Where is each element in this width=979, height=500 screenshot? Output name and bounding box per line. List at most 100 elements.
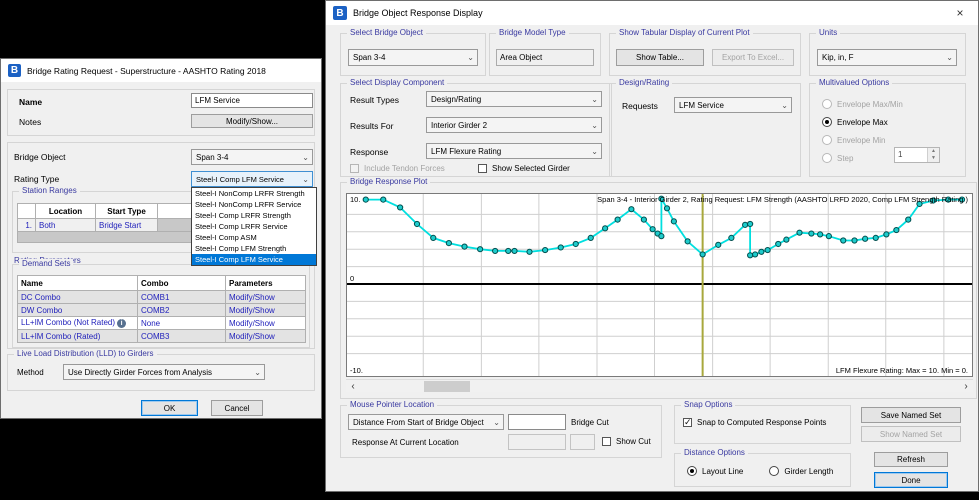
chevron-down-icon: ⌄ <box>493 415 500 429</box>
results-for-label: Results For <box>350 121 393 131</box>
y-axis-max-label: 10. <box>350 195 360 204</box>
group-label: Design/Rating <box>616 78 672 87</box>
show-table-button[interactable]: Show Table... <box>616 49 704 66</box>
step-value: 1 <box>898 150 902 159</box>
rating-type-select[interactable]: Steel-I Comp LFM Service ⌄ <box>191 171 313 187</box>
show-selected-girder-label: Show Selected Girder <box>492 164 570 173</box>
rating-type-option[interactable]: Steel-I Comp LFM Service <box>192 254 316 265</box>
column-header: Parameters <box>226 276 306 291</box>
snap-to-points-label: Snap to Computed Response Points <box>697 418 826 427</box>
app-icon: B <box>333 6 347 20</box>
notes-modify-show-button[interactable]: Modify/Show... <box>191 114 313 128</box>
bridge-object-select[interactable]: Span 3-4 ⌄ <box>348 49 478 66</box>
modify-show-link[interactable]: Modify/Show <box>226 317 306 330</box>
plot-canvas[interactable] <box>347 194 972 376</box>
radio-icon[interactable] <box>822 117 832 127</box>
spin-up-icon[interactable]: ▲ <box>928 148 939 155</box>
modify-show-link[interactable]: Modify/Show <box>226 330 306 343</box>
lld-method-select[interactable]: Use Directly Girder Forces from Analysis… <box>63 364 265 380</box>
combo-value: LFM Flexure Rating <box>431 147 501 156</box>
rating-type-option[interactable]: Steel-I NonComp LRFR Service <box>192 199 316 210</box>
rating-type-option[interactable]: Steel-I NonComp LRFR Strength <box>192 188 316 199</box>
table-header-row: NameComboParameters <box>18 276 306 291</box>
modify-show-link[interactable]: Modify/Show <box>226 291 306 304</box>
response-select[interactable]: LFM Flexure Rating ⌄ <box>426 143 602 159</box>
show-selected-girder-checkbox[interactable] <box>478 164 487 173</box>
table-row[interactable]: LL+IM Combo (Rated)COMB3Modify/Show <box>18 330 306 343</box>
table-cell: None <box>138 317 226 330</box>
scrollbar-thumb[interactable] <box>424 381 470 392</box>
response-units-field <box>570 434 595 450</box>
scroll-right-icon[interactable]: › <box>959 380 973 392</box>
refresh-button[interactable]: Refresh <box>874 452 948 467</box>
table-cell: Both <box>36 219 96 232</box>
distance-option-1[interactable]: Girder Length <box>769 462 833 480</box>
demand-sets-table[interactable]: NameComboParametersDC ComboCOMB1Modify/S… <box>17 275 306 343</box>
plot-horizontal-scrollbar[interactable]: ‹ › <box>346 379 973 392</box>
info-icon[interactable]: i <box>117 319 126 328</box>
save-named-set-button[interactable]: Save Named Set <box>861 407 961 423</box>
show-cut-label: Show Cut <box>616 437 651 446</box>
radio-icon <box>822 135 832 145</box>
rating-type-option[interactable]: Steel-I Comp LRFR Service <box>192 221 316 232</box>
column-header: Start Type <box>96 204 158 219</box>
units-select[interactable]: Kip, in, F ⌄ <box>817 49 957 66</box>
requests-select[interactable]: LFM Service ⌄ <box>674 97 792 113</box>
chevron-down-icon: ⌄ <box>781 98 788 112</box>
table-cell: DW Combo <box>18 304 138 317</box>
multivalued-options-group: Multivalued Options Envelope Max/MinEnve… <box>809 83 966 177</box>
bridge-model-type-field: Area Object <box>496 49 594 66</box>
name-input[interactable]: LFM Service <box>191 93 313 108</box>
rating-type-option[interactable]: Steel-I Comp ASM <box>192 232 316 243</box>
combo-value: Distance From Start of Bridge Object <box>353 418 484 427</box>
app-icon: B <box>8 64 21 77</box>
include-tendon-forces-label: Include Tendon Forces <box>364 164 445 173</box>
spinner-arrows[interactable]: ▲▼ <box>927 148 939 162</box>
group-label: Bridge Response Plot <box>347 177 430 186</box>
name-label: Name <box>19 97 42 107</box>
bridge-object-select[interactable]: Span 3-4 ⌄ <box>191 149 313 165</box>
pointer-distance-mode-select[interactable]: Distance From Start of Bridge Object ⌄ <box>348 414 504 430</box>
notes-label: Notes <box>19 117 41 127</box>
modify-show-link[interactable]: Modify/Show <box>226 304 306 317</box>
bridge-cut-label: Bridge Cut <box>571 418 609 427</box>
bridge-rating-request-dialog: B Bridge Rating Request - Superstructure… <box>0 58 322 419</box>
dialog-titlebar[interactable]: B Bridge Object Response Display × <box>326 1 978 25</box>
bridge-cut-input[interactable] <box>508 414 566 430</box>
scroll-left-icon[interactable]: ‹ <box>346 380 360 392</box>
step-spinner: 1 ▲▼ <box>894 147 940 163</box>
ok-button[interactable]: OK <box>141 400 198 416</box>
multivalued-option-1[interactable]: Envelope Max <box>822 113 903 131</box>
rating-type-option[interactable]: Steel-I Comp LFM Strength <box>192 243 316 254</box>
group-label: Units <box>816 28 840 37</box>
group-label: Show Tabular Display of Current Plot <box>616 28 753 37</box>
group-label: Demand Sets <box>19 259 73 268</box>
spin-down-icon[interactable]: ▼ <box>928 155 939 162</box>
cancel-button[interactable]: Cancel <box>211 400 263 416</box>
results-for-select[interactable]: Interior Girder 2 ⌄ <box>426 117 602 133</box>
dialog-titlebar[interactable]: B Bridge Rating Request - Superstructure… <box>1 59 321 82</box>
rating-type-dropdown-list[interactable]: Steel-I NonComp LRFR StrengthSteel-I Non… <box>191 187 317 266</box>
snap-to-points-checkbox[interactable] <box>683 418 692 427</box>
distance-option-0[interactable]: Layout Line <box>687 462 743 480</box>
table-row[interactable]: DC ComboCOMB1Modify/Show <box>18 291 306 304</box>
rating-type-option[interactable]: Steel-I Comp LRFR Strength <box>192 210 316 221</box>
chevron-down-icon: ⌄ <box>591 118 598 132</box>
radio-icon[interactable] <box>687 466 697 476</box>
plot-footer-stats: LFM Flexure Rating: Max = 10. Min = 0. <box>836 366 968 375</box>
radio-label: Envelope Max/Min <box>837 100 903 109</box>
done-button[interactable]: Done <box>874 472 948 488</box>
table-cell: COMB2 <box>138 304 226 317</box>
group-label: Distance Options <box>681 448 748 457</box>
table-row[interactable]: DW ComboCOMB2Modify/Show <box>18 304 306 317</box>
radio-label: Girder Length <box>784 467 833 476</box>
table-row[interactable]: LL+IM Combo (Not Rated)iNoneModify/Show <box>18 317 306 330</box>
result-types-select[interactable]: Design/Rating ⌄ <box>426 91 602 107</box>
radio-icon[interactable] <box>769 466 779 476</box>
response-plot[interactable]: Span 3-4 - Interior Girder 2, Rating Req… <box>346 193 973 377</box>
close-icon[interactable]: × <box>952 6 968 21</box>
chevron-down-icon: ⌄ <box>591 92 598 106</box>
show-cut-checkbox[interactable] <box>602 437 611 446</box>
plot-title: Span 3-4 - Interior Girder 2, Rating Req… <box>597 195 968 204</box>
table-cell: 1. <box>18 219 36 232</box>
